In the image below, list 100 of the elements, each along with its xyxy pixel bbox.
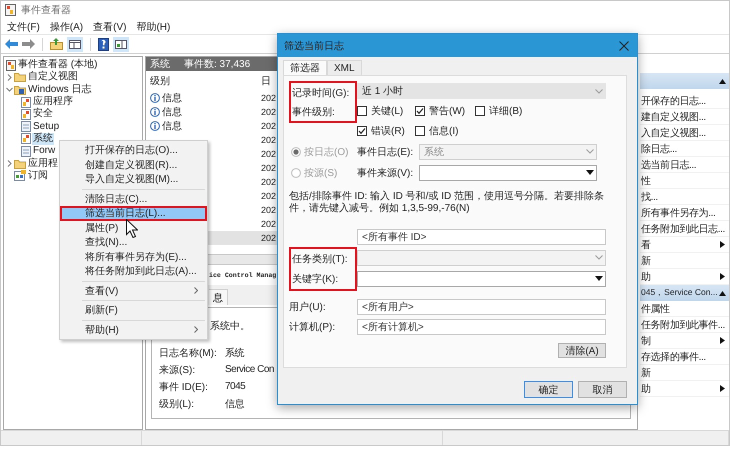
tree-item[interactable]: 应用程: [27, 158, 59, 170]
back-arrow-icon[interactable]: [5, 39, 18, 49]
action-item[interactable]: 开保存的日志...: [641, 94, 706, 108]
app-icon: [5, 4, 16, 16]
dropdown-arrow-icon: [595, 276, 603, 281]
action-item[interactable]: 任务附加到此日志...: [641, 222, 725, 236]
event-id-field[interactable]: <所有事件 ID>: [357, 229, 606, 245]
action-item[interactable]: 建自定义视图...: [641, 110, 706, 124]
tab[interactable]: 息: [209, 289, 228, 305]
action-item[interactable]: 新: [641, 366, 651, 380]
folder-icon: [14, 84, 26, 95]
checkbox-icon[interactable]: [415, 106, 425, 116]
clear-button[interactable]: 清除(A): [558, 343, 606, 358]
action-item[interactable]: 新: [641, 254, 651, 268]
field-value: 信息: [225, 398, 245, 410]
menu-item[interactable]: 清除日志(C)...: [60, 192, 207, 206]
tab[interactable]: XML: [327, 60, 362, 75]
menu-item[interactable]: 将任务附加到此日志(A)...: [60, 264, 207, 278]
text-field[interactable]: <所有计算机>: [357, 319, 606, 335]
help-book-icon[interactable]: [98, 38, 109, 50]
menu-item[interactable]: 刷新(F): [60, 303, 207, 318]
table-row[interactable]: 信息 202: [146, 105, 277, 119]
text-field[interactable]: <所有用户>: [357, 299, 606, 315]
log-icon: [21, 96, 31, 108]
section-header[interactable]: 045，Service Con...: [640, 285, 729, 301]
ok-button[interactable]: 确定: [524, 381, 573, 398]
field-label: 事件 ID(E):: [159, 380, 209, 394]
menu-item[interactable]: 将所有事件另存为(E)...: [60, 250, 207, 264]
tree-item[interactable]: 事件查看器 (本地): [17, 59, 98, 72]
table-cell: 202: [261, 233, 277, 243]
checkbox[interactable]: 错误(R): [357, 124, 415, 138]
expand-chevron-icon[interactable]: [6, 160, 12, 168]
forward-arrow-icon[interactable]: [22, 39, 35, 49]
menu-item[interactable]: 文件(F): [6, 20, 41, 34]
collapse-triangle-icon[interactable]: [719, 78, 726, 84]
tree-item[interactable]: Forw: [32, 145, 56, 158]
checkbox-icon[interactable]: [357, 126, 367, 136]
field-label: 来源(S):: [159, 364, 196, 376]
field-label: 关键字(K):: [292, 272, 338, 286]
checkbox-icon[interactable]: [357, 106, 367, 116]
field-label: 任务类别(T):: [292, 252, 348, 266]
action-item[interactable]: 助: [641, 270, 651, 284]
action-item[interactable]: 制: [641, 334, 651, 348]
tree-item[interactable]: 应用程序: [32, 96, 74, 108]
collapse-chevron-icon[interactable]: [6, 86, 12, 94]
checkbox-icon[interactable]: [415, 126, 425, 136]
tree-item[interactable]: Setup: [32, 120, 60, 133]
checkbox-icon[interactable]: [475, 106, 485, 116]
tree-item[interactable]: Windows 日志: [27, 84, 92, 96]
table-cell-text: 信息: [162, 92, 182, 105]
subscription-icon: [14, 170, 26, 182]
collapse-triangle-icon[interactable]: [719, 290, 726, 296]
checkbox[interactable]: 警告(W): [415, 104, 475, 118]
action-item[interactable]: 任务附加到此事件...: [641, 318, 725, 332]
column-header[interactable]: 日: [261, 74, 277, 88]
info-icon: [150, 121, 160, 131]
table-row[interactable]: 信息 202: [146, 119, 277, 133]
column-header[interactable]: 级别: [150, 74, 261, 88]
action-item[interactable]: 除日志...: [641, 142, 677, 156]
tree-item[interactable]: 订阅: [27, 170, 49, 182]
action-item[interactable]: 看: [641, 238, 651, 252]
field-label: 事件来源(V):: [357, 166, 414, 180]
menu-item[interactable]: 导入自定义视图(M)...: [60, 172, 207, 186]
checkbox[interactable]: 信息(I): [415, 124, 475, 138]
action-item[interactable]: 存选择的事件...: [641, 350, 706, 364]
close-icon[interactable]: [619, 40, 629, 50]
table-cell: 202: [261, 135, 277, 145]
pane-icon[interactable]: [67, 36, 83, 52]
table-row[interactable]: 信息 202: [146, 91, 277, 105]
checkbox[interactable]: 关键(L): [357, 104, 415, 118]
action-item[interactable]: 选当前日志...: [641, 158, 696, 172]
menu-item[interactable]: 帮助(H): [135, 20, 172, 34]
cancel-button[interactable]: 取消: [578, 381, 627, 398]
time-dropdown[interactable]: 近 1 小时: [357, 83, 606, 99]
action-item[interactable]: 入自定义视图...: [641, 126, 706, 140]
field-label: 用户(U):: [289, 302, 326, 313]
tree-item[interactable]: 安全: [32, 108, 54, 120]
action-item[interactable]: 件属性: [641, 302, 670, 316]
pane-icon[interactable]: [113, 36, 129, 52]
field-value: 7045: [225, 381, 246, 392]
folder-up-icon[interactable]: [50, 38, 63, 50]
action-item[interactable]: 性: [641, 174, 651, 188]
action-item[interactable]: 助: [641, 382, 651, 396]
log-title: 系统: [150, 58, 170, 71]
action-item[interactable]: 找...: [641, 190, 658, 204]
expand-chevron-icon[interactable]: [6, 74, 12, 81]
tree-item[interactable]: 系统: [32, 132, 54, 145]
menu-item[interactable]: 打开保存的日志(O)...: [60, 143, 207, 158]
menu-item[interactable]: 操作(A): [48, 20, 84, 34]
menu-item[interactable]: 查看(V): [60, 284, 207, 298]
table-cell: 202: [261, 121, 277, 131]
action-item[interactable]: 所有事件另存为...: [641, 206, 716, 220]
menu-item[interactable]: 查看(V): [92, 20, 128, 34]
menu-item[interactable]: 创建自定义视图(R)...: [60, 158, 207, 172]
menu-item[interactable]: 帮助(H): [60, 322, 207, 337]
checkbox[interactable]: 详细(B): [475, 104, 606, 118]
tab[interactable]: 筛选器: [283, 60, 327, 75]
tree-item[interactable]: 自定义视图: [27, 71, 79, 84]
field-label: 计算机(P):: [289, 322, 336, 333]
info-icon: [150, 93, 160, 103]
